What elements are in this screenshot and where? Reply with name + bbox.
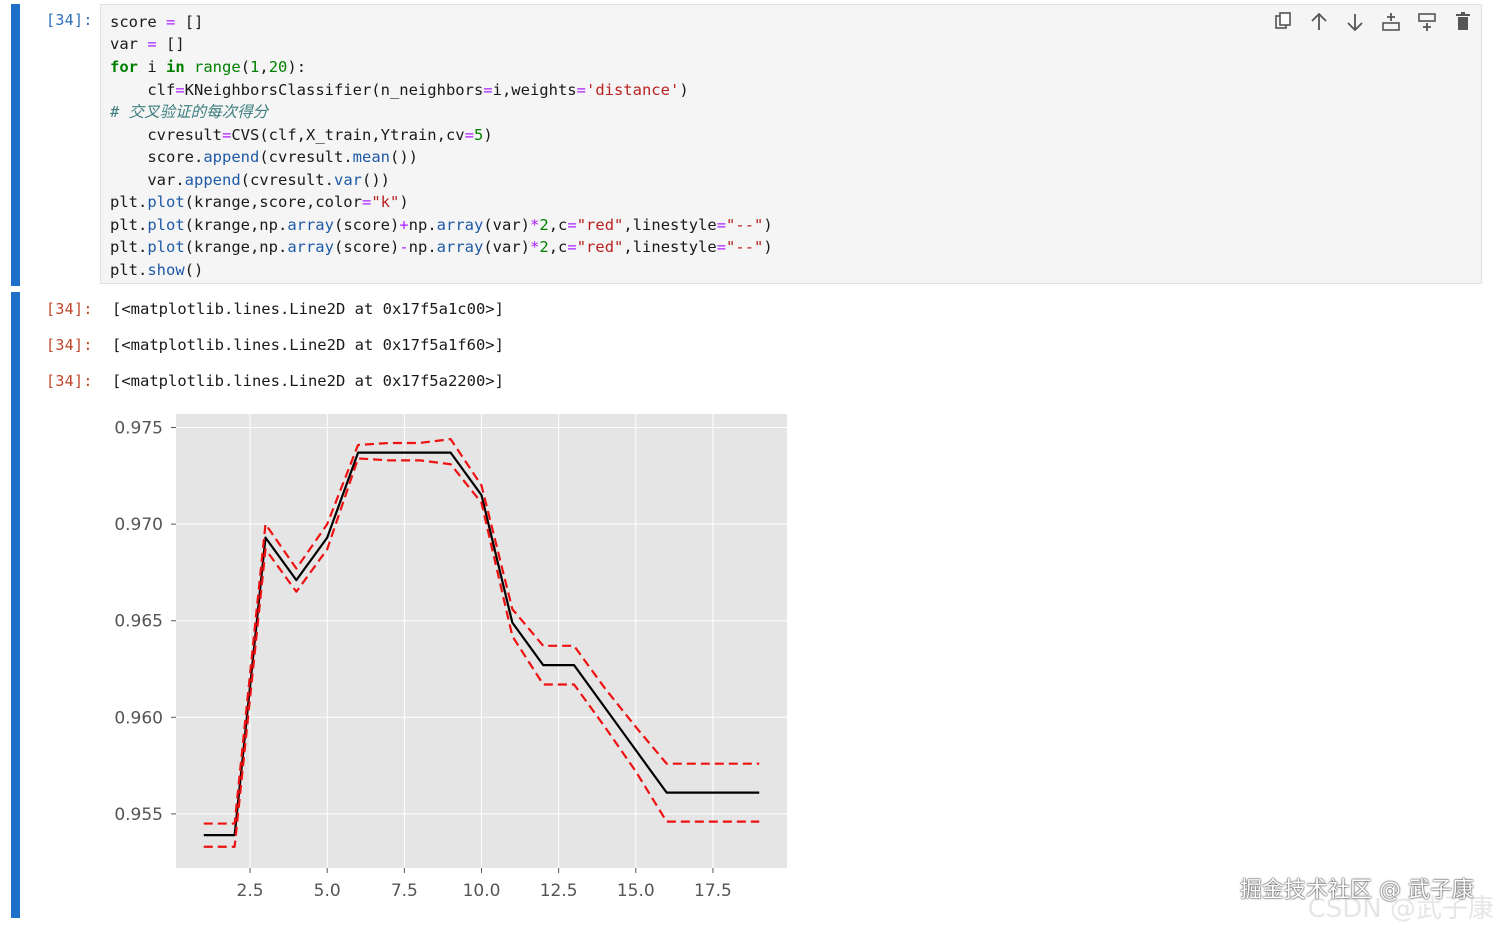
x-tick-label: 7.5	[391, 881, 418, 901]
y-tick-label: 0.965	[114, 612, 163, 632]
y-tick-label: 0.955	[114, 805, 163, 825]
output-line-1: [<matplotlib.lines.Line2D at 0x17f5a1c00…	[112, 300, 504, 318]
code-line-1: score = []	[110, 13, 204, 31]
x-tick-label: 15.0	[617, 881, 655, 901]
output-line-3: [<matplotlib.lines.Line2D at 0x17f5a2200…	[112, 372, 504, 390]
output-prompt-2: [34]:	[46, 336, 93, 354]
insert-below-icon[interactable]	[1415, 10, 1439, 34]
output-line-2: [<matplotlib.lines.Line2D at 0x17f5a1f60…	[112, 336, 504, 354]
input-prompt: [34]:	[46, 11, 93, 29]
code-line-12: plt.show()	[110, 261, 204, 279]
juejin-watermark: 掘金技术社区 @ 武子康	[1240, 878, 1474, 903]
code-line-9: plt.plot(krange,score,color="k")	[110, 193, 409, 211]
y-tick-label: 0.960	[114, 708, 163, 728]
knn-score-chart: 2.5 5.0 7.5 10.0 12.5 15.0 17.5 0.955 0.960 0.965…	[114, 414, 787, 901]
x-tick-label: 17.5	[694, 881, 732, 901]
output-cell-selection-bar[interactable]	[11, 292, 20, 918]
x-tick-label: 10.0	[463, 881, 501, 901]
code-line-3: for i in range(1,20):	[110, 58, 307, 76]
code-line-5-comment: # 交叉验证的每次得分	[110, 103, 269, 121]
insert-above-icon[interactable]	[1379, 10, 1403, 34]
x-tick-label: 12.5	[540, 881, 578, 901]
code-line-11: plt.plot(krange,np.array(score)-np.array…	[110, 238, 773, 256]
code-line-7: score.append(cvresult.mean())	[110, 148, 418, 166]
code-line-10: plt.plot(krange,np.array(score)+np.array…	[110, 216, 773, 234]
move-up-icon[interactable]	[1307, 10, 1331, 34]
code-line-8: var.append(cvresult.var())	[110, 171, 390, 189]
copy-icon[interactable]	[1271, 10, 1295, 34]
y-tick-label: 0.970	[114, 515, 163, 535]
move-down-icon[interactable]	[1343, 10, 1367, 34]
input-cell-selection-bar[interactable]	[11, 4, 20, 286]
code-editor[interactable]: score = [] var = [] for i in range(1,20)…	[100, 4, 1482, 284]
code-line-2: var = []	[110, 35, 185, 53]
output-prompt-1: [34]:	[46, 300, 93, 318]
output-prompt-3: [34]:	[46, 372, 93, 390]
code-line-6: cvresult=CVS(clf,X_train,Ytrain,cv=5)	[110, 126, 493, 144]
y-tick-label: 0.975	[114, 419, 163, 439]
x-tick-label: 5.0	[314, 881, 341, 901]
x-tick-label: 2.5	[237, 881, 264, 901]
code-line-4: clf=KNeighborsClassifier(n_neighbors=i,w…	[110, 81, 689, 99]
delete-icon[interactable]	[1451, 10, 1475, 34]
